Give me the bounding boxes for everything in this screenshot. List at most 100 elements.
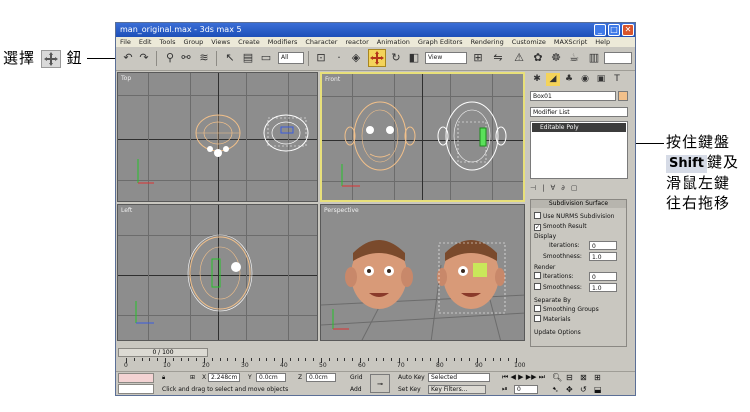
right-callout: 按住鍵盤 Shift 鍵及 滑鼠左鍵 往右拖移 [666, 132, 750, 213]
render-smoothness-checkbox[interactable]: Smoothness: [534, 283, 582, 292]
hierarchy-tab-icon[interactable]: ♣ [562, 73, 576, 86]
menu-item-views[interactable]: Views [211, 37, 230, 47]
set-key-button[interactable]: Set Key [398, 385, 421, 394]
reference-coordinate-combo[interactable]: View [425, 52, 467, 64]
material-editor-icon[interactable]: ✿ [530, 50, 546, 66]
menu-item-customize[interactable]: Customize [512, 37, 546, 47]
render-scene-icon[interactable]: ☸ [548, 50, 564, 66]
viewport-top[interactable]: Top [117, 72, 318, 202]
render-smoothness-spinner[interactable]: 1.0 [589, 283, 617, 292]
selection-filter-combo[interactable]: All [278, 52, 304, 64]
move-tool-icon [370, 51, 384, 65]
timeline[interactable]: 0 / 100 0 10 20 30 40 50 60 70 80 90 100 [116, 347, 526, 371]
track-bar[interactable]: 0 10 20 30 40 50 60 70 80 90 100 [122, 358, 525, 370]
menu-item-animation[interactable]: Animation [377, 37, 410, 47]
rollout-header[interactable]: Subdivision Surface [531, 200, 626, 208]
auto-key-button[interactable]: Auto Key [398, 373, 425, 382]
goto-key-icon[interactable]: ⏯ [502, 385, 508, 394]
y-coordinate-field[interactable]: 0.0cm [256, 373, 286, 382]
window-crossing-icon[interactable]: ⊡ [313, 50, 329, 66]
menu-item-group[interactable]: Group [184, 37, 204, 47]
zoom-all-icon[interactable]: ⊟ [566, 373, 573, 382]
smooth-result-checkbox[interactable]: ✓ Smooth Result [534, 222, 587, 231]
menu-item-tools[interactable]: Tools [159, 37, 175, 47]
create-tab-icon[interactable]: ✱ [530, 73, 544, 86]
menu-item-help[interactable]: Help [595, 37, 610, 47]
menu-item-character[interactable]: Character [305, 37, 337, 47]
select-and-rotate-icon[interactable]: ↻ [388, 50, 404, 66]
smoothing-groups-checkbox[interactable]: Smoothing Groups [534, 305, 599, 314]
unlink-icon[interactable]: ⚯ [178, 50, 194, 66]
maximize-viewport-icon[interactable]: ⬓ [594, 385, 602, 394]
maximize-button[interactable]: □ [608, 24, 620, 36]
menu-item-file[interactable]: File [120, 37, 131, 47]
redo-icon[interactable]: ↷ [136, 50, 152, 66]
selected-dropdown[interactable]: Selected [428, 373, 490, 382]
maxscript-output[interactable] [118, 384, 154, 394]
menu-item-maxscript[interactable]: MAXScript [554, 37, 587, 47]
timeline-tick [227, 358, 229, 361]
render-iterations-spinner[interactable]: 0 [589, 272, 617, 281]
viewport-left[interactable]: Left [117, 204, 318, 341]
x-coordinate-field[interactable]: 2.248cm [208, 373, 240, 382]
current-frame-field[interactable]: 0 [514, 385, 538, 394]
align-icon[interactable]: ⚠ [511, 50, 527, 66]
playback-controls[interactable]: ⏮ ◀ ▶ ▶▶ ⏭ [502, 373, 545, 382]
arc-rotate-icon[interactable]: ↺ [580, 385, 587, 394]
utilities-tab-icon[interactable]: T [610, 73, 624, 86]
pivot-icon[interactable]: ⊞ [470, 50, 486, 66]
key-icon[interactable]: ⊸ [370, 374, 390, 393]
timeline-tick [235, 358, 237, 361]
motion-tab-icon[interactable]: ◉ [578, 73, 592, 86]
select-and-move-button[interactable] [368, 49, 386, 67]
object-name-field[interactable]: Box01 [530, 91, 616, 101]
bind-space-warp-icon[interactable]: ≋ [196, 50, 212, 66]
key-mode-icon[interactable]: ◈ [348, 50, 364, 66]
fov-icon[interactable]: ➷ [552, 385, 559, 394]
select-link-icon[interactable]: ⚲ [162, 50, 178, 66]
render-type-icon[interactable]: ▥ [586, 50, 602, 66]
zoom-extents-icon[interactable]: ⊠ [580, 373, 587, 382]
use-nurms-checkbox[interactable]: Use NURMS Subdivision [534, 212, 614, 221]
menu-item-modifiers[interactable]: Modifiers [268, 37, 298, 47]
lock-icon[interactable]: 🔒︎ [162, 373, 165, 382]
render-type-combo[interactable] [604, 52, 632, 64]
minimize-button[interactable]: _ [594, 24, 606, 36]
quick-render-icon[interactable]: ☕ [566, 50, 582, 66]
select-and-scale-icon[interactable]: ◧ [406, 50, 422, 66]
menu-item-edit[interactable]: Edit [139, 37, 152, 47]
mirror-icon[interactable]: ⇋ [490, 50, 506, 66]
select-object-icon[interactable]: ↖ [222, 50, 238, 66]
smoothness-spinner[interactable]: 1.0 [589, 252, 617, 261]
modify-tab-icon[interactable]: ◢ [546, 73, 560, 86]
absolute-mode-icon[interactable]: ⊞ [190, 373, 195, 382]
undo-icon[interactable]: ↶ [120, 50, 136, 66]
select-by-name-icon[interactable]: ▤ [240, 50, 256, 66]
pan-icon[interactable]: ✥ [566, 385, 573, 394]
render-iterations-checkbox[interactable]: Iterations: [534, 272, 574, 281]
stack-item-editable-poly[interactable]: Editable Poly [532, 123, 626, 132]
zoom-extents-all-icon[interactable]: ⊞ [594, 373, 601, 382]
menu-item-create[interactable]: Create [238, 37, 260, 47]
menu-item-rendering[interactable]: Rendering [471, 37, 504, 47]
viewport-front[interactable]: Front [320, 72, 525, 202]
key-filters-button[interactable]: Key Filters... [428, 385, 486, 394]
snap-icon[interactable]: · [331, 50, 347, 66]
window-title: man_original.max - 3ds max 5 [120, 25, 242, 34]
timeline-tick-label: 10 [163, 362, 171, 369]
z-coordinate-field[interactable]: 0.0cm [306, 373, 336, 382]
modifier-list-dropdown[interactable]: Modifier List [530, 107, 628, 117]
menu-item-reactor[interactable]: reactor [345, 37, 368, 47]
display-tab-icon[interactable]: ▣ [594, 73, 608, 86]
time-slider[interactable]: 0 / 100 [118, 348, 208, 357]
iterations-spinner[interactable]: 0 [589, 241, 617, 250]
add-time-tag[interactable]: Add [350, 385, 362, 394]
object-color-swatch[interactable] [618, 91, 628, 101]
rectangular-region-icon[interactable]: ▭ [258, 50, 274, 66]
materials-checkbox[interactable]: Materials [534, 315, 571, 324]
viewport-perspective[interactable]: Perspective [320, 204, 525, 341]
zoom-icon[interactable]: 🔍︎ [552, 373, 562, 382]
maxscript-listener[interactable] [118, 373, 154, 383]
close-button[interactable]: ✕ [622, 24, 634, 36]
menu-item-graph-editors[interactable]: Graph Editors [418, 37, 463, 47]
